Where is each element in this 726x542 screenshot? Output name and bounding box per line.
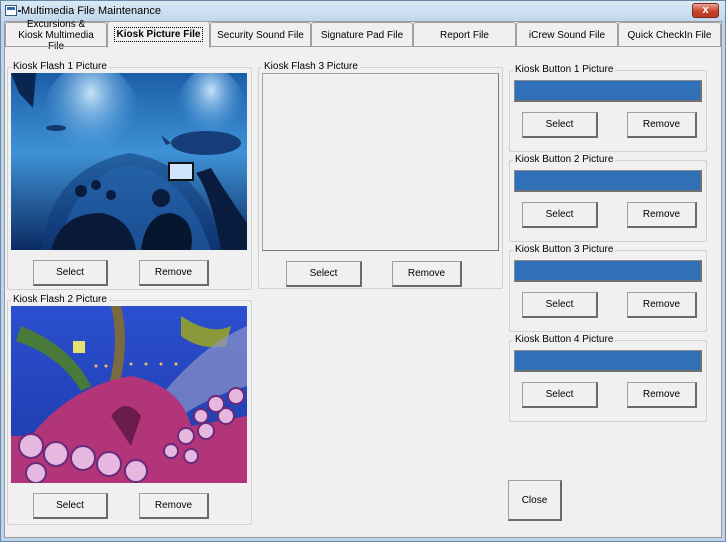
group-label: Kiosk Flash 1 Picture	[11, 61, 109, 72]
title-bar: Multimedia File Maintenance x	[1, 1, 725, 21]
button-2-remove-button[interactable]: Remove	[627, 202, 697, 228]
kiosk-flash-1-picture	[11, 73, 247, 250]
group-label: Kiosk Button 3 Picture	[513, 244, 616, 255]
kiosk-button-2-group: Kiosk Button 2 Picture Select Remove	[509, 154, 707, 242]
kiosk-button-3-group: Kiosk Button 3 Picture Select Remove	[509, 244, 707, 332]
tab-signature-pad-file[interactable]: Signature Pad File	[311, 22, 413, 47]
close-button[interactable]: Close	[508, 480, 562, 521]
window-title: Multimedia File Maintenance	[21, 5, 162, 17]
tab-label: iCrew Sound File	[528, 29, 606, 41]
tab-security-sound-file[interactable]: Security Sound File	[210, 22, 311, 47]
octopus-image	[11, 306, 247, 483]
button-1-select-button[interactable]: Select	[522, 112, 598, 138]
tab-label: Quick CheckIn File	[627, 29, 712, 41]
group-label: Kiosk Button 4 Picture	[513, 334, 616, 345]
window-close-button[interactable]: x	[692, 3, 719, 18]
flash-3-select-button[interactable]: Select	[286, 261, 362, 287]
group-label: Kiosk Button 1 Picture	[513, 64, 616, 75]
button-4-remove-button[interactable]: Remove	[627, 382, 697, 408]
flash-2-remove-button[interactable]: Remove	[139, 493, 209, 519]
tab-label: Report File	[440, 29, 489, 41]
tab-icrew-sound-file[interactable]: iCrew Sound File	[516, 22, 618, 47]
button-1-remove-button[interactable]: Remove	[627, 112, 697, 138]
flash-1-select-button[interactable]: Select	[33, 260, 108, 286]
flash-1-remove-button[interactable]: Remove	[139, 260, 209, 286]
tab-strip: Excursions & Kiosk Multimedia File Kiosk…	[5, 19, 721, 52]
group-label: Kiosk Flash 2 Picture	[11, 294, 109, 305]
kiosk-flash-3-group: Kiosk Flash 3 Picture Select Remove	[258, 61, 503, 289]
flash-3-remove-button[interactable]: Remove	[392, 261, 462, 287]
main-window: Multimedia File Maintenance x Excursions…	[0, 0, 726, 542]
tab-report-file[interactable]: Report File	[413, 22, 516, 47]
client-area: Excursions & Kiosk Multimedia File Kiosk…	[4, 19, 722, 538]
kiosk-button-4-picture	[514, 350, 702, 372]
kiosk-button-2-picture	[514, 170, 702, 192]
tab-label: Security Sound File	[217, 29, 304, 41]
kiosk-picture-panel: Kiosk Flash 1 Picture Select Remove Kios…	[5, 46, 721, 537]
button-4-select-button[interactable]: Select	[522, 382, 598, 408]
button-2-select-button[interactable]: Select	[522, 202, 598, 228]
aquarium-tunnel-image	[11, 73, 247, 250]
app-icon	[5, 5, 21, 16]
kiosk-flash-1-group: Kiosk Flash 1 Picture Select Remove	[7, 61, 252, 290]
kiosk-button-1-group: Kiosk Button 1 Picture Select Remove	[509, 64, 707, 152]
group-label: Kiosk Flash 3 Picture	[262, 61, 360, 72]
tab-label: Kiosk Picture File	[113, 27, 204, 42]
kiosk-flash-2-picture	[11, 306, 247, 483]
kiosk-button-4-group: Kiosk Button 4 Picture Select Remove	[509, 334, 707, 422]
kiosk-flash-2-group: Kiosk Flash 2 Picture Select Remove	[7, 294, 252, 525]
button-3-remove-button[interactable]: Remove	[627, 292, 697, 318]
kiosk-button-1-picture	[514, 80, 702, 102]
kiosk-button-3-picture	[514, 260, 702, 282]
tab-excursions-kiosk-multimedia[interactable]: Excursions & Kiosk Multimedia File	[5, 19, 107, 52]
tab-label: Signature Pad File	[320, 29, 404, 41]
kiosk-flash-3-picture	[262, 73, 499, 251]
tab-quick-checkin-file[interactable]: Quick CheckIn File	[618, 22, 721, 47]
flash-2-select-button[interactable]: Select	[33, 493, 108, 519]
tab-kiosk-picture-file[interactable]: Kiosk Picture File	[107, 21, 210, 48]
button-3-select-button[interactable]: Select	[522, 292, 598, 318]
group-label: Kiosk Button 2 Picture	[513, 154, 616, 165]
